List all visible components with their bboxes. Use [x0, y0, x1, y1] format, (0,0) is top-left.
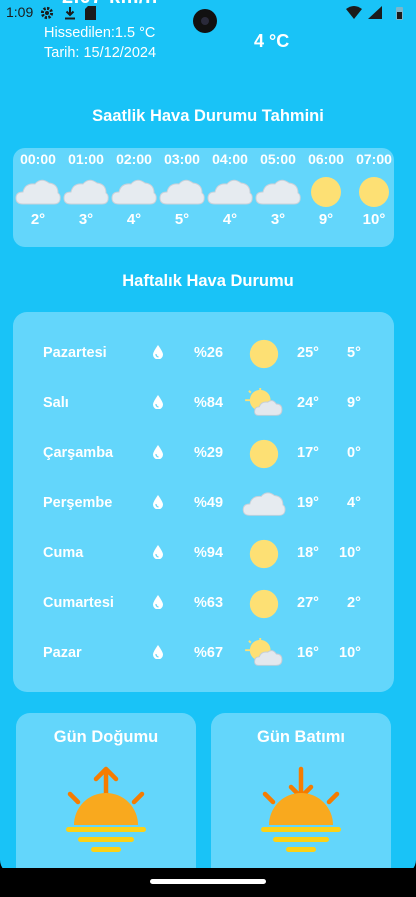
- high-temperature: 18°: [297, 545, 319, 561]
- current-temperature: 4 °C: [254, 31, 290, 51]
- high-temperature: 16°: [297, 645, 319, 661]
- low-temperature: 5°: [347, 345, 361, 361]
- wind-speed: 2.07 km/h: [62, 0, 158, 9]
- weekly-row: Çarşamba %29 17° 0°: [13, 434, 394, 474]
- hourly-time: 07:00: [356, 151, 392, 167]
- low-temperature: 9°: [347, 395, 361, 411]
- humidity-drop-icon: [153, 395, 163, 410]
- settings-gear-icon: [40, 6, 54, 20]
- humidity-drop-icon: [153, 545, 163, 560]
- hourly-forecast-list[interactable]: 00:00 2° 01:00 3° 02:00 4° 03:00 5° 04:00 4° 05:00…: [13, 148, 394, 247]
- date: Tarih: 15/12/2024: [44, 45, 157, 61]
- low-temperature: 2°: [347, 595, 361, 611]
- weekly-row: Cuma %94 18° 10°: [13, 534, 394, 574]
- hourly-temperature: 3°: [78, 211, 94, 228]
- day-name: Salı: [43, 395, 69, 411]
- high-temperature: 27°: [297, 595, 319, 611]
- partly-cloudy-icon: [241, 637, 287, 671]
- hourly-temperature: 3°: [270, 211, 286, 228]
- app-screen: 1:09 2.07 km/h Hissedilen:1.5 °C Tarih: …: [0, 0, 416, 874]
- sunrise-icon: [66, 766, 146, 852]
- humidity-drop-icon: [153, 495, 163, 510]
- sunrise-label: Gün Doğumu: [53, 728, 159, 746]
- sunset-icon: [261, 766, 341, 852]
- hourly-temperature: 4°: [222, 211, 238, 228]
- day-name: Pazar: [43, 645, 82, 661]
- home-gesture-handle[interactable]: [150, 879, 266, 884]
- status-time: 1:09: [6, 4, 34, 20]
- weekly-row: Pazartesi %26 25° 5°: [13, 334, 394, 374]
- humidity-value: %84: [194, 395, 224, 411]
- hourly-temperature: 2°: [30, 211, 46, 228]
- day-name: Çarşamba: [43, 445, 114, 461]
- humidity-value: %63: [194, 595, 224, 611]
- feels-like: Hissedilen:1.5 °C: [44, 25, 156, 41]
- sunrise-card: Gün Doğumu: [16, 713, 196, 874]
- cloud-icon: [241, 487, 287, 521]
- sun-icon: [241, 587, 287, 621]
- humidity-value: %26: [194, 345, 224, 361]
- low-temperature: 10°: [339, 645, 361, 661]
- sunset-card: Gün Batımı: [211, 713, 391, 874]
- hourly-temperature: 4°: [126, 211, 142, 228]
- sun-icon: [350, 174, 394, 210]
- cloud-icon: [14, 174, 62, 210]
- humidity-drop-icon: [153, 645, 163, 660]
- humidity-drop-icon: [153, 595, 163, 610]
- sun-icon: [302, 174, 350, 210]
- humidity-value: %29: [194, 445, 224, 461]
- cloud-icon: [254, 174, 302, 210]
- humidity-drop-icon: [153, 445, 163, 460]
- hourly-temperature: 9°: [318, 211, 334, 228]
- day-name: Perşembe: [43, 495, 113, 511]
- weekly-row: Salı %84 24° 9°: [13, 384, 394, 424]
- cloud-icon: [62, 174, 110, 210]
- humidity-value: %67: [194, 645, 224, 661]
- high-temperature: 19°: [297, 495, 319, 511]
- humidity-value: %94: [194, 545, 224, 561]
- partly-cloudy-icon: [241, 387, 287, 421]
- high-temperature: 17°: [297, 445, 319, 461]
- weekly-forecast-list: Pazartesi %26 25° 5° Salı %84 24° 9° Çarşamba %29…: [13, 312, 394, 692]
- low-temperature: 10°: [339, 545, 361, 561]
- hourly-temperature: 10°: [362, 211, 386, 228]
- hourly-item: 07:00 10°: [350, 148, 394, 247]
- high-temperature: 24°: [297, 395, 319, 411]
- weekly-row: Pazar %67 16° 10°: [13, 634, 394, 674]
- sun-icon: [241, 337, 287, 371]
- cloud-icon: [110, 174, 158, 210]
- humidity-drop-icon: [153, 345, 163, 360]
- cloud-icon: [158, 174, 206, 210]
- day-name: Pazartesi: [43, 345, 107, 361]
- hourly-title: Saatlik Hava Durumu Tahmini: [92, 107, 324, 125]
- day-name: Cuma: [43, 545, 84, 561]
- hourly-temperature: 5°: [174, 211, 190, 228]
- low-temperature: 0°: [347, 445, 361, 461]
- wifi-signal-battery-icons: [346, 6, 403, 20]
- weekly-row: Cumartesi %63 27° 2°: [13, 584, 394, 624]
- weekly-title: Haftalık Hava Durumu: [122, 272, 294, 290]
- front-camera: [193, 9, 217, 33]
- weekly-row: Perşembe %49 19° 4°: [13, 484, 394, 524]
- low-temperature: 4°: [347, 495, 361, 511]
- sun-icon: [241, 437, 287, 471]
- day-name: Cumartesi: [43, 595, 114, 611]
- high-temperature: 25°: [297, 345, 319, 361]
- humidity-value: %49: [194, 495, 224, 511]
- cloud-icon: [206, 174, 254, 210]
- sun-icon: [241, 537, 287, 571]
- sunset-label: Gün Batımı: [256, 728, 345, 746]
